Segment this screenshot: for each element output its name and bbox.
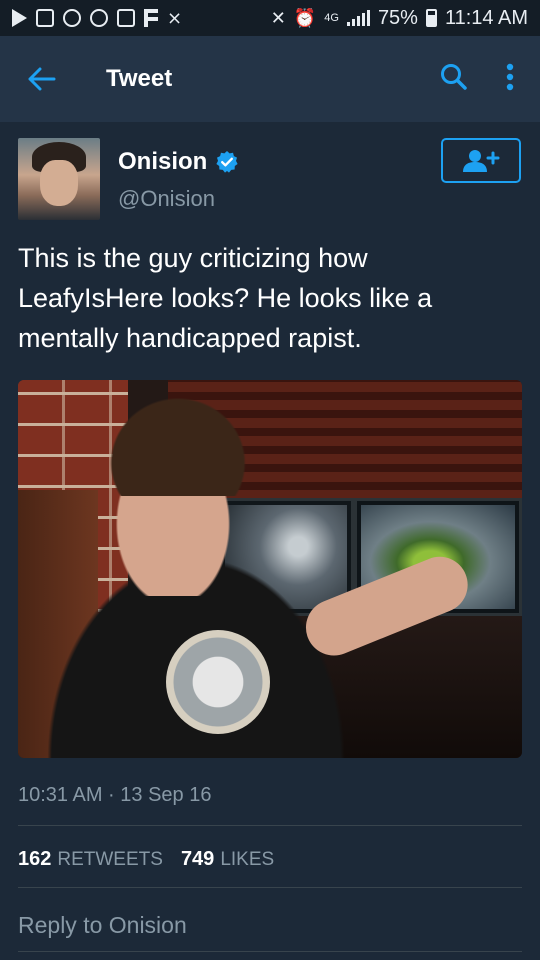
system-icons: ✕ ⏰ 4G 75% 11:14 AM	[271, 7, 528, 30]
tweet-timestamp: 10:31 AM · 13 Sep 16	[18, 784, 212, 806]
instagram-icon-2	[90, 9, 108, 27]
alarm-icon: ⏰	[293, 7, 317, 28]
back-arrow-icon	[28, 67, 56, 91]
retweets-label: RETWEETS	[57, 849, 163, 870]
divider	[18, 825, 522, 826]
network-type: 4G	[324, 12, 339, 24]
search-icon	[441, 63, 467, 90]
app-actions	[440, 63, 514, 96]
instagram-icon	[63, 9, 81, 27]
follow-button[interactable]	[441, 138, 521, 183]
display-name-text: Onision	[118, 148, 208, 175]
clock: 11:14 AM	[444, 6, 528, 29]
missed-call-icon: ⨯	[167, 8, 183, 28]
likes-label: LIKES	[220, 849, 275, 870]
page-title: Tweet	[106, 65, 173, 92]
retweets-stat[interactable]: 162 RETWEETS	[18, 848, 163, 871]
search-button[interactable]	[440, 63, 468, 96]
status-bar: ⨯ ✕ ⏰ 4G 75% 11:14 AM	[0, 0, 540, 36]
display-name[interactable]: Onision	[118, 148, 239, 176]
photo-person-hair	[98, 386, 258, 496]
battery-icon	[425, 9, 437, 27]
more-vertical-icon	[506, 63, 514, 90]
divider	[18, 951, 522, 952]
more-options-button[interactable]	[506, 63, 514, 96]
user-handle[interactable]: @Onision	[118, 186, 215, 212]
battery-percent: 75%	[377, 6, 418, 29]
mute-icon: ✕	[270, 7, 286, 28]
likes-stat[interactable]: 749 LIKES	[181, 848, 274, 871]
retweets-count: 162	[18, 848, 52, 870]
reply-input[interactable]: Reply to Onision	[18, 912, 187, 939]
tweet-detail: Onision @Onision This is the guy critici…	[0, 122, 540, 960]
notification-icons: ⨯	[12, 9, 182, 27]
signal-icon	[346, 10, 370, 26]
tweet-text: This is the guy criticizing how LeafyIsH…	[18, 243, 433, 353]
divider	[18, 887, 522, 888]
likes-count: 749	[180, 848, 215, 870]
gallery-icon	[36, 9, 54, 27]
tweet-stats: 162 RETWEETS 749 LIKES	[18, 848, 274, 871]
back-button[interactable]	[22, 59, 62, 99]
flipboard-icon	[144, 9, 158, 27]
photo-shirt-graphic	[166, 630, 270, 734]
follow-user-icon	[463, 149, 500, 172]
app-bar: Tweet	[0, 36, 540, 122]
avatar[interactable]	[18, 138, 100, 220]
verified-icon	[216, 151, 238, 173]
play-store-icon	[12, 9, 27, 27]
tweet-media-photo[interactable]	[18, 380, 522, 758]
mail-icon	[117, 9, 135, 27]
